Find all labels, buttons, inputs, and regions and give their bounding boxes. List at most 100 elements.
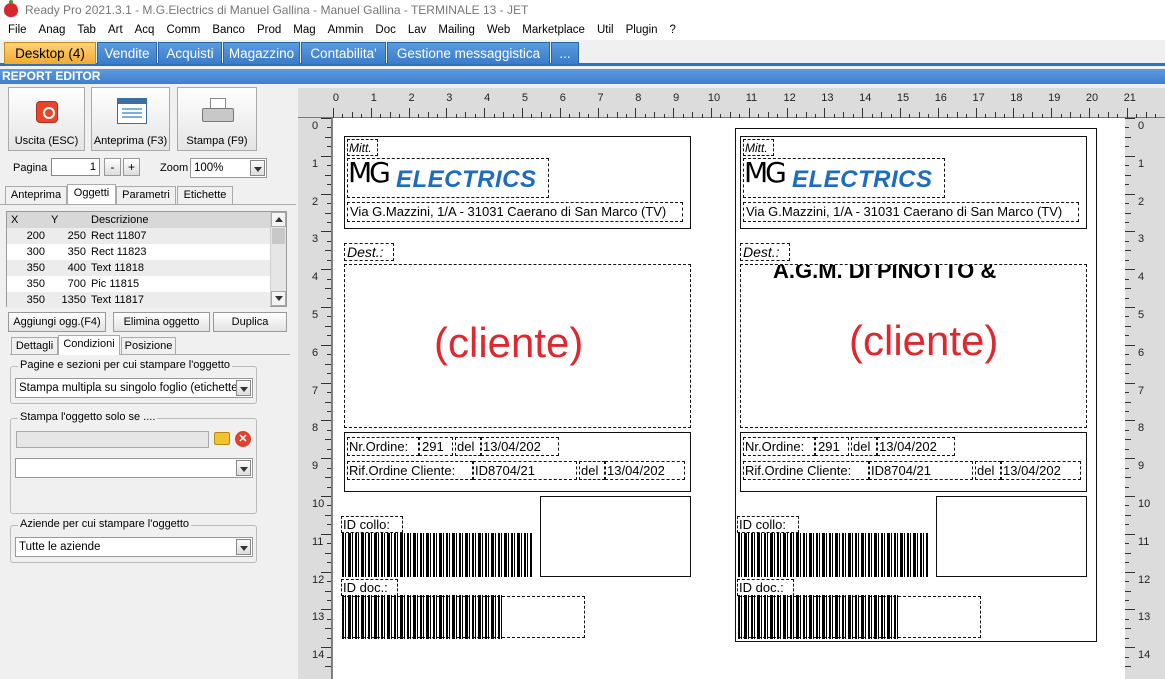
address-field[interactable]: Via G.Mazzini, 1/A - 31031 Caerano di Sa…	[347, 202, 683, 222]
page-prev-button[interactable]: -	[104, 158, 121, 176]
scroll-thumb[interactable]	[272, 228, 285, 244]
nr-ordine-label[interactable]: Nr.Ordine:	[743, 437, 815, 456]
ruler-tick	[327, 240, 331, 242]
id-doc-label[interactable]: ID doc.:	[737, 579, 794, 596]
subtab-parametri[interactable]: Parametri	[116, 186, 176, 204]
menu-anag[interactable]: Anag	[33, 20, 72, 40]
zoom-select[interactable]: 100%	[190, 158, 267, 178]
mitt-field[interactable]: Mitt.	[743, 139, 774, 156]
companies-select[interactable]: Tutte le aziende	[15, 537, 253, 557]
table-row[interactable]: 350 400 Text 11818	[7, 260, 270, 276]
nr-ordine-label[interactable]: Nr.Ordine:	[347, 437, 419, 456]
logo-field[interactable]: MG ELECTRICS	[743, 158, 945, 198]
tab-acquisti[interactable]: Acquisti	[158, 42, 222, 64]
menu-comm[interactable]: Comm	[160, 20, 206, 40]
report-canvas[interactable]: 0 1 2 3 4 5 6 7 8 9 10 11 12 13 14 15 16 17 18 19 20 21 01234…	[298, 88, 1165, 679]
tab-gestione-messaggistica[interactable]: Gestione messaggistica	[387, 42, 550, 64]
table-scrollbar[interactable]	[270, 212, 286, 306]
add-object-button[interactable]: Aggiungi ogg.(F4)	[8, 312, 106, 332]
nr-ordine-value[interactable]: 291	[419, 437, 453, 456]
rif-ordine-label[interactable]: Rif.Ordine Cliente:	[743, 461, 869, 480]
collo-barcode[interactable]	[342, 533, 532, 577]
folder-icon[interactable]	[214, 432, 230, 445]
ruler-tick	[327, 543, 331, 545]
logo-field[interactable]: MG ELECTRICS	[347, 158, 549, 198]
stamp-box[interactable]	[540, 496, 691, 577]
duplicate-button[interactable]: Duplica	[213, 312, 287, 332]
recipient-field[interactable]: A.G.M. DI PINOTTO & (cliente)	[740, 264, 1087, 428]
scroll-up-arrow-icon[interactable]	[271, 212, 286, 227]
id-collo-label[interactable]: ID collo:	[737, 516, 799, 533]
tab-more[interactable]: ...	[551, 42, 579, 64]
table-row[interactable]: 200 250 Rect 11807	[7, 228, 270, 244]
menu-help[interactable]: ?	[664, 20, 682, 40]
id-doc-label[interactable]: ID doc.:	[341, 579, 398, 596]
menu-art[interactable]: Art	[102, 20, 129, 40]
rif-date[interactable]: 13/04/202	[605, 461, 685, 480]
condition-select[interactable]	[15, 458, 253, 478]
menu-tab[interactable]: Tab	[71, 20, 102, 40]
ruler-tick	[327, 335, 331, 337]
menu-doc[interactable]: Doc	[369, 20, 401, 40]
del-label[interactable]: del	[975, 461, 1001, 480]
tab-dettagli[interactable]: Dettagli	[11, 337, 58, 355]
collo-barcode[interactable]	[738, 533, 928, 577]
subtab-etichette[interactable]: Etichette	[177, 186, 233, 204]
order-date[interactable]: 13/04/202	[481, 437, 559, 456]
pages-select[interactable]: Stampa multipla su singolo foglio (etich…	[15, 378, 253, 398]
tab-desktop[interactable]: Desktop (4)	[4, 42, 96, 64]
exit-button[interactable]: Uscita (ESC)	[8, 87, 85, 151]
recipient-field[interactable]: (cliente)	[344, 264, 691, 428]
table-row[interactable]: 350 1350 Text 11817	[7, 292, 270, 308]
menu-mailing[interactable]: Mailing	[432, 20, 480, 40]
strawberry-app-icon	[4, 0, 18, 17]
menu-marketplace[interactable]: Marketplace	[516, 20, 591, 40]
page-next-button[interactable]: +	[123, 158, 140, 176]
menu-banco[interactable]: Banco	[206, 20, 251, 40]
print-button[interactable]: Stampa (F9)	[177, 87, 257, 151]
subtab-oggetti[interactable]: Oggetti	[67, 184, 116, 204]
del-label[interactable]: del	[455, 437, 481, 456]
mitt-field[interactable]: Mitt.	[347, 139, 378, 156]
delete-object-button[interactable]: Elimina oggetto	[113, 312, 210, 332]
ruler-label: 8	[312, 422, 319, 435]
delete-icon[interactable]: ✕	[235, 431, 251, 447]
tab-magazzino[interactable]: Magazzino	[223, 42, 300, 64]
menu-acq[interactable]: Acq	[129, 20, 161, 40]
menu-mag[interactable]: Mag	[287, 20, 321, 40]
tab-contabilita[interactable]: Contabilita'	[301, 42, 386, 64]
menu-plugin[interactable]: Plugin	[620, 20, 664, 40]
dest-field[interactable]: Dest.:	[740, 243, 790, 261]
ruler-tick	[325, 325, 331, 327]
del-label[interactable]: del	[851, 437, 877, 456]
rif-ordine-label[interactable]: Rif.Ordine Cliente:	[347, 461, 473, 480]
del-label[interactable]: del	[579, 461, 605, 480]
nr-ordine-value[interactable]: 291	[815, 437, 849, 456]
id-collo-label[interactable]: ID collo:	[341, 516, 403, 533]
table-row[interactable]: 300 350 Rect 11823	[7, 244, 270, 260]
tab-condizioni[interactable]: Condizioni	[58, 335, 120, 355]
order-date[interactable]: 13/04/202	[877, 437, 955, 456]
subtab-anteprima[interactable]: Anteprima	[5, 186, 67, 204]
menu-lav[interactable]: Lav	[402, 20, 433, 40]
rif-ordine-value[interactable]: ID8704/21	[869, 461, 973, 480]
tab-posizione[interactable]: Posizione	[121, 337, 176, 355]
dest-field[interactable]: Dest.:	[344, 243, 394, 261]
objects-table[interactable]: X Y Descrizione 200 250 Rect 11807 300 3…	[6, 211, 287, 308]
ruler-label: 12	[312, 573, 325, 586]
menu-ammin[interactable]: Ammin	[322, 20, 370, 40]
preview-button[interactable]: Anteprima (F3)	[91, 87, 170, 151]
stamp-box[interactable]	[936, 496, 1087, 577]
rif-ordine-value[interactable]: ID8704/21	[473, 461, 577, 480]
tab-vendite[interactable]: Vendite	[97, 42, 157, 64]
address-field[interactable]: Via G.Mazzini, 1/A - 31031 Caerano di Sa…	[743, 202, 1079, 222]
page-input[interactable]: 1	[51, 158, 100, 176]
menu-prod[interactable]: Prod	[251, 20, 287, 40]
menu-util[interactable]: Util	[591, 20, 620, 40]
table-row[interactable]: 350 700 Pic 11815	[7, 276, 270, 292]
menu-web[interactable]: Web	[481, 20, 516, 40]
report-page[interactable]: Mitt. MG ELECTRICS Via G.Mazzini, 1/A - …	[333, 118, 1125, 679]
menu-file[interactable]: File	[0, 20, 33, 40]
scroll-down-arrow-icon[interactable]	[271, 291, 286, 306]
rif-date[interactable]: 13/04/202	[1001, 461, 1081, 480]
